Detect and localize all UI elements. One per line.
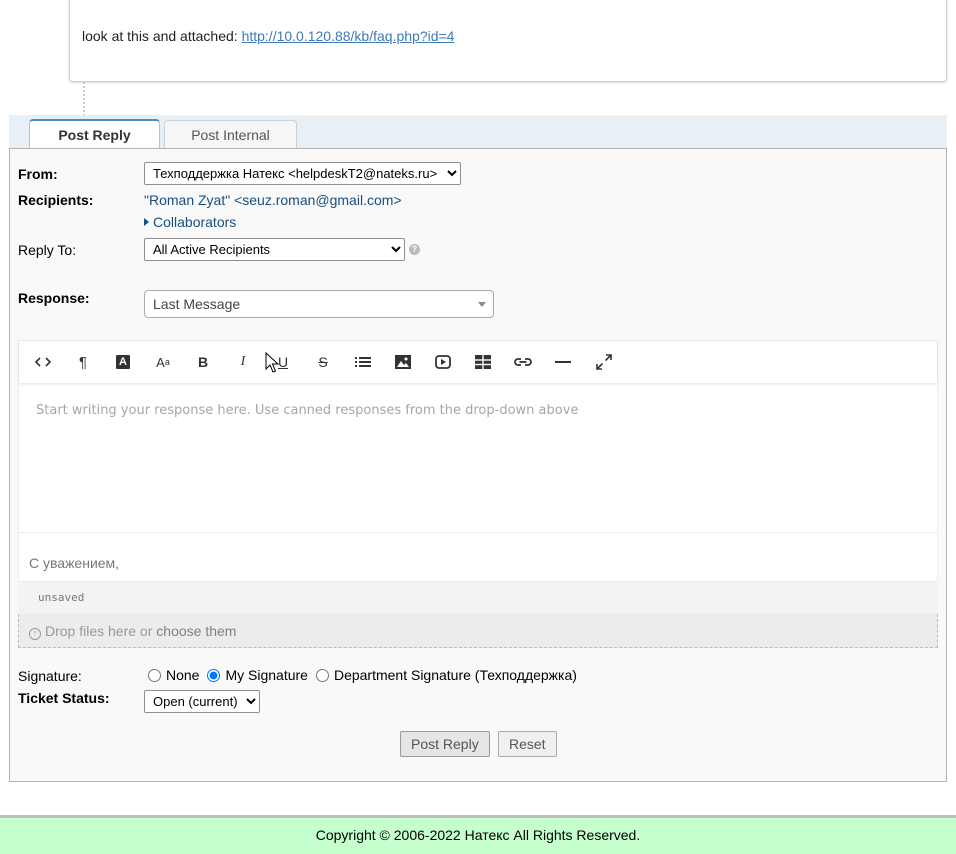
thread-message-body: look at this and attached: http://10.0.1… [82,28,454,44]
post-reply-button[interactable]: Post Reply [400,731,490,757]
signature-none-label: None [166,667,200,683]
font-size-icon[interactable]: Aa [151,350,175,374]
reply-tabs-bar: Post Reply Post Internal Note [9,115,947,171]
response-editor: ¶ A Aa B I U S Start writing your respon… [18,340,938,582]
fullscreen-icon[interactable] [592,350,616,374]
strikethrough-icon[interactable]: S [311,350,335,374]
text-color-icon[interactable]: A [111,350,135,374]
dropzone-text-wrapper: ↑ Drop files here or choose them [29,623,236,640]
tab-post-internal-note[interactable]: Post Internal Note [164,120,297,171]
recipients-value: "Roman Zyat" <seuz.roman@gmail.com> [144,192,402,208]
help-icon[interactable]: ? [409,244,420,255]
canned-response-select[interactable]: Last Message [144,290,494,318]
recipients-label: Recipients: [18,192,94,208]
italic-icon[interactable]: I [231,350,255,374]
signature-department-radio[interactable] [315,668,329,682]
choose-files-link[interactable]: choose them [156,623,236,639]
signature-my-label: My Signature [225,667,308,683]
ticket-status-select[interactable]: Open (current) [144,690,260,713]
signature-none-radio[interactable] [148,668,161,682]
reset-button[interactable]: Reset [498,731,557,757]
editor-placeholder: Start writing your response here. Use ca… [36,403,579,418]
insert-table-icon[interactable] [471,350,495,374]
file-dropzone[interactable]: ↑ Drop files here or choose them [18,614,938,648]
signature-label: Signature: [18,668,82,684]
mouse-cursor-icon [265,352,279,373]
thread-message-card: look at this and attached: http://10.0.1… [69,0,947,82]
reply-to-label: Reply To: [18,242,77,258]
editor-toolbar: ¶ A Aa B I U S [19,341,937,383]
signature-my-radio[interactable] [207,668,221,682]
thread-message-text: look at this and attached: [82,28,238,44]
copyright-text: Copyright © 2006-2022 Натекс All Rights … [315,827,641,843]
bold-icon[interactable]: B [191,350,215,374]
collaborators-label: Collaborators [153,214,237,230]
unordered-list-icon[interactable] [351,350,375,374]
upload-icon: ↑ [29,628,41,640]
canned-response-value: Last Message [153,296,241,312]
caret-right-icon [144,218,149,226]
page-footer: Copyright © 2006-2022 Натекс All Rights … [0,815,956,854]
insert-video-icon[interactable] [431,350,455,374]
insert-image-icon[interactable] [391,350,415,374]
chevron-down-icon [478,302,486,307]
draft-save-status: unsaved [38,591,85,604]
from-label: From: [18,166,58,182]
paragraph-format-icon[interactable]: ¶ [71,350,95,374]
draft-save-status-bar: unsaved [18,582,938,614]
editor-textarea[interactable]: Start writing your response here. Use ca… [19,385,937,533]
dropzone-text: Drop files here or [45,623,153,639]
thread-connector-line [83,82,85,116]
signature-department-label: Department Signature (Техподдержка) [333,667,577,683]
from-select[interactable]: Техподдержка Натекс <helpdeskT2@nateks.r… [144,162,461,185]
tab-post-reply[interactable]: Post Reply [29,119,160,150]
response-label: Response: [18,290,90,306]
signature-options: None My Signature Department Signature (… [148,667,585,683]
insert-link-icon[interactable] [511,350,535,374]
ticket-status-label: Ticket Status: [18,690,110,706]
html-source-icon[interactable] [31,350,55,374]
reply-to-select[interactable]: All Active Recipients [144,238,405,261]
thread-message-link[interactable]: http://10.0.120.88/kb/faq.php?id=4 [242,28,455,44]
signature-preview: С уважением, [29,555,120,571]
collaborators-toggle[interactable]: Collaborators [144,214,236,230]
horizontal-rule-icon[interactable] [551,350,575,374]
